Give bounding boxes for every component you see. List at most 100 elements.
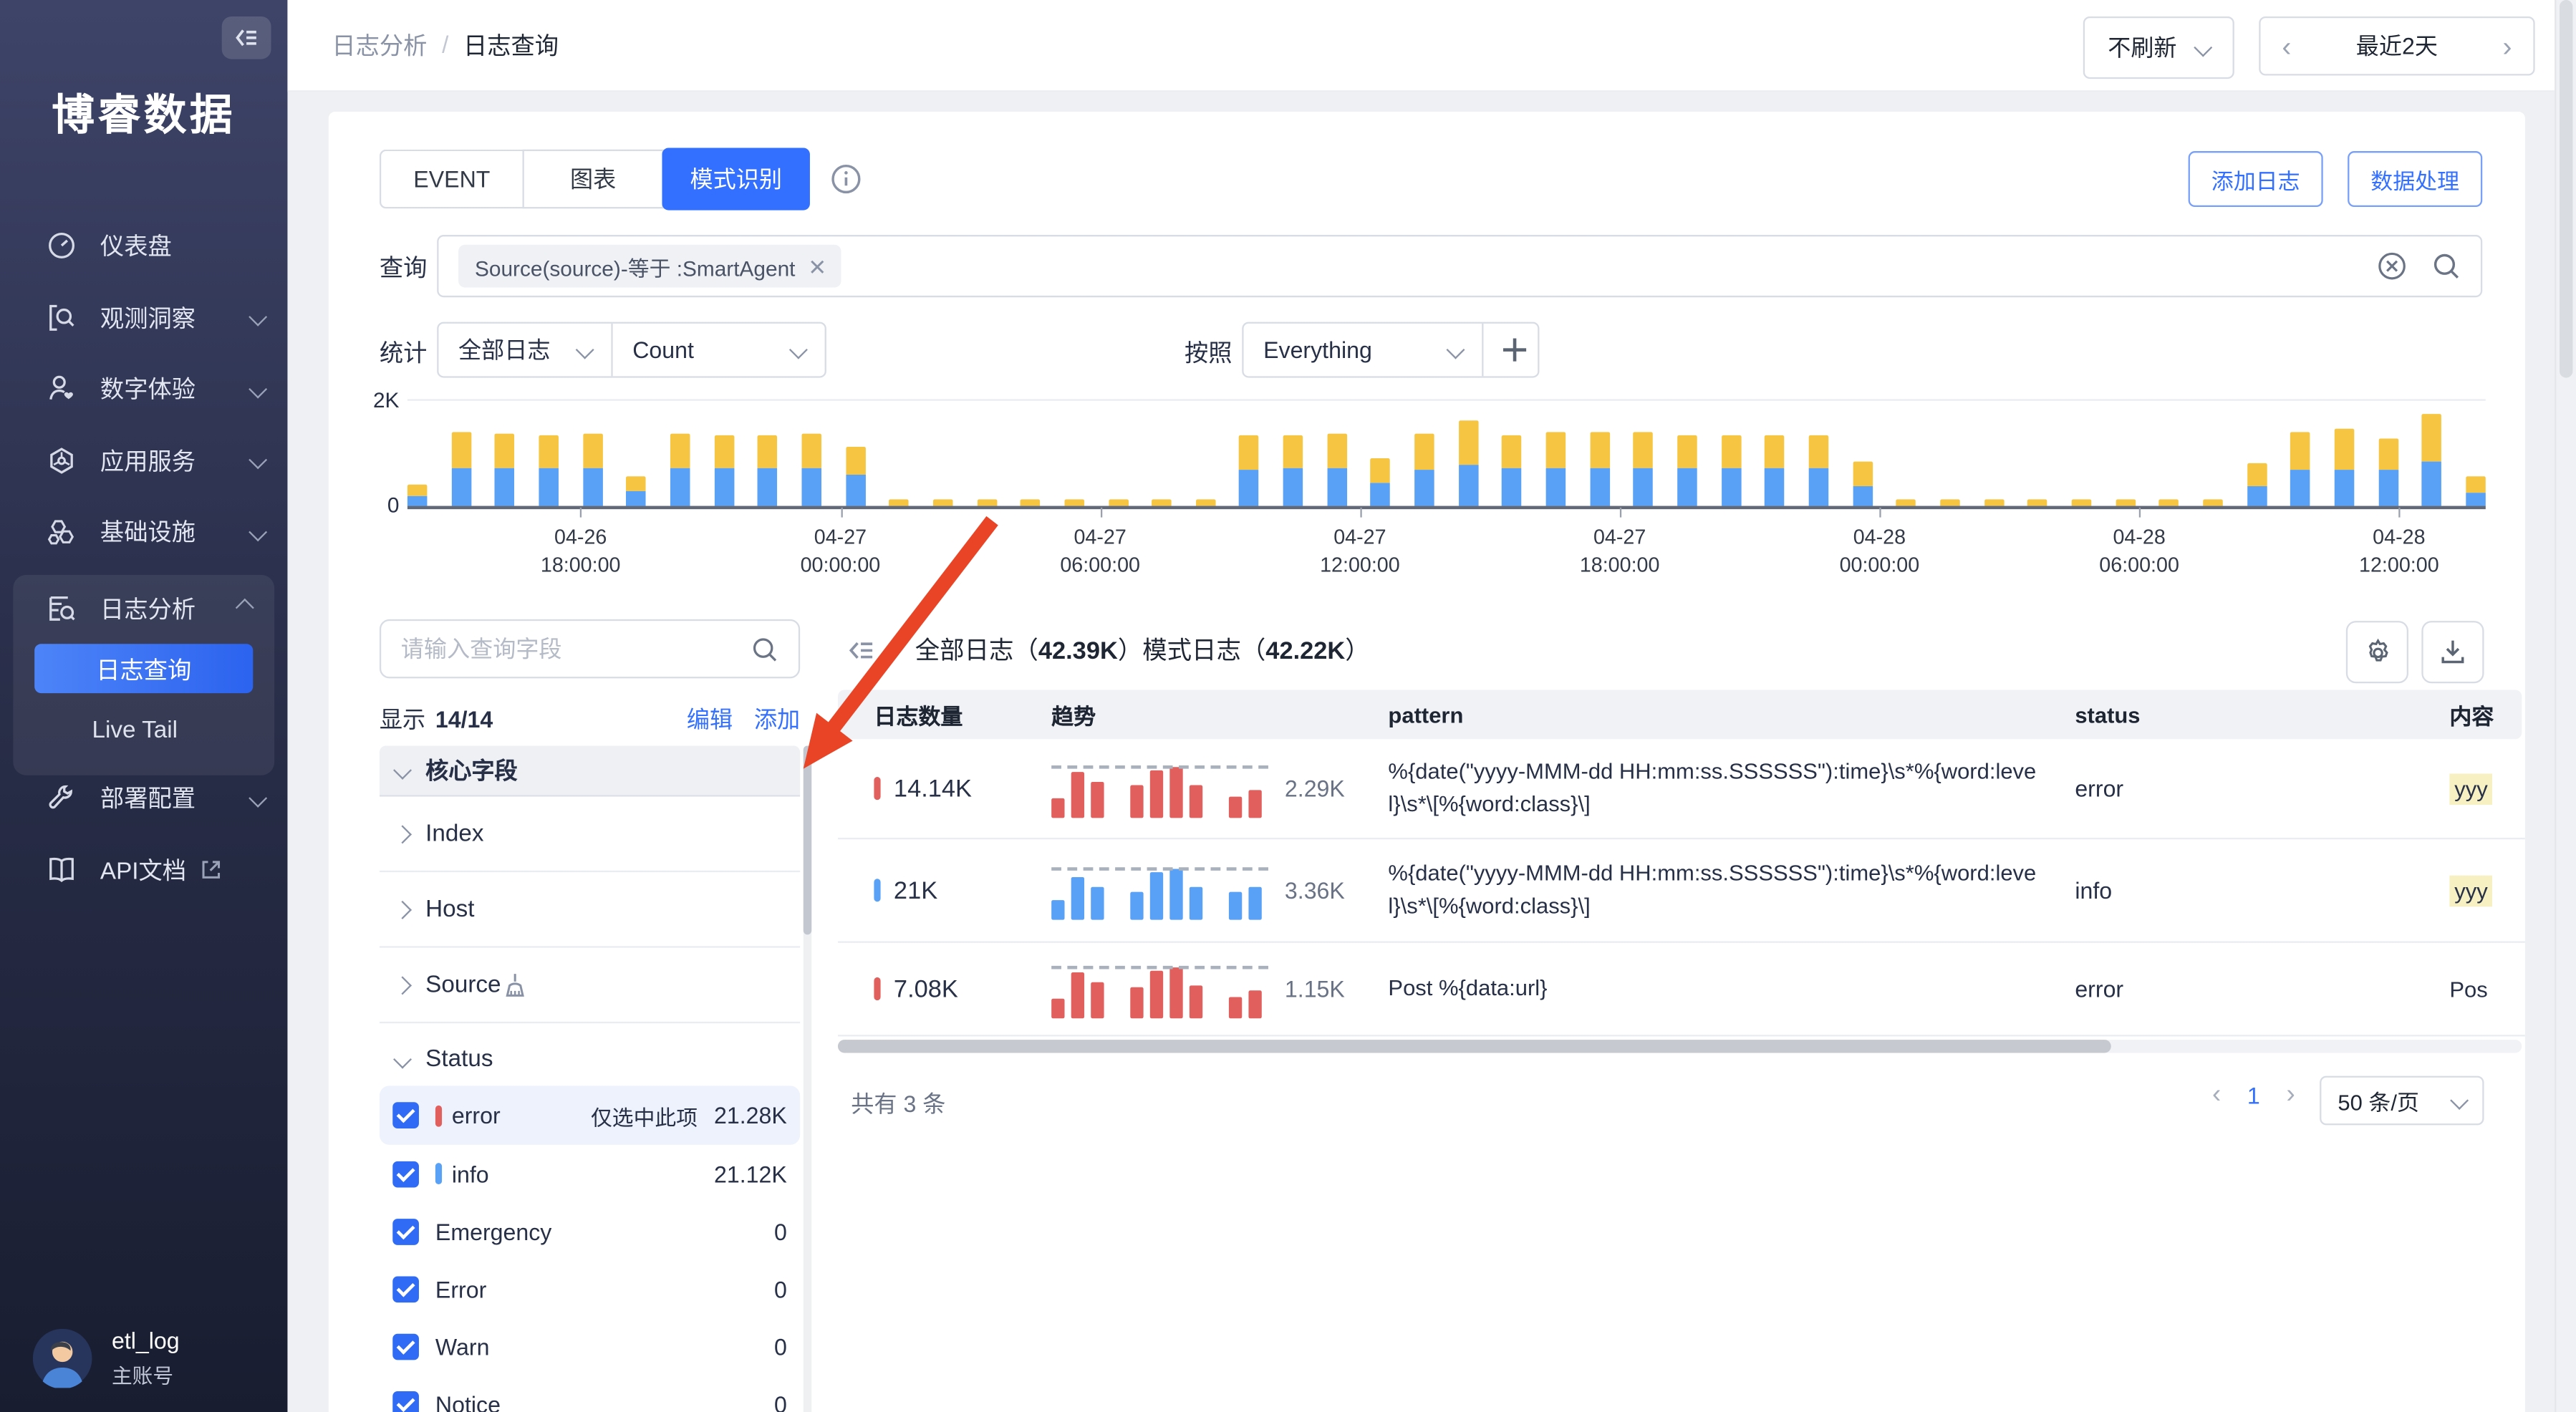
table-row[interactable]: 14.14K2.29K%{date("yyyy-MMM-dd HH:mm:ss.… bbox=[838, 739, 2525, 839]
download-button[interactable] bbox=[2421, 621, 2484, 683]
tab-pattern-recognition[interactable]: 模式识别 bbox=[662, 148, 809, 210]
refresh-select[interactable]: 不刷新 bbox=[2083, 16, 2234, 79]
checkbox-checked[interactable] bbox=[392, 1391, 419, 1412]
bar-segment-bottom bbox=[1853, 486, 1873, 506]
stats-agg-select[interactable]: Count bbox=[611, 324, 824, 376]
status-group-header[interactable]: Status bbox=[380, 1033, 800, 1085]
status-label[interactable]: Warn bbox=[435, 1333, 490, 1360]
breadcrumb-separator: / bbox=[442, 32, 448, 59]
checkbox-checked[interactable] bbox=[392, 1218, 419, 1244]
sidebar-item-应用服务[interactable]: 应用服务 bbox=[0, 425, 287, 496]
status-row-info[interactable]: info21.12K bbox=[380, 1145, 800, 1202]
sidebar-collapse-icon[interactable] bbox=[222, 16, 271, 59]
tab-chart[interactable]: 图表 bbox=[522, 150, 663, 209]
status-label[interactable]: info bbox=[452, 1161, 489, 1187]
add-field-link[interactable]: 添加 bbox=[754, 703, 800, 736]
query-filter-chip[interactable]: Source(source)-等于 :SmartAgent bbox=[458, 245, 841, 288]
status-row-Warn[interactable]: Warn0 bbox=[380, 1317, 800, 1375]
spark-bar bbox=[1071, 972, 1084, 1018]
sidebar-item-观测洞察[interactable]: 观测洞察 bbox=[0, 281, 287, 353]
col-count[interactable]: 日志数量 bbox=[838, 698, 1051, 731]
sidebar-item-label: 数字体验 bbox=[100, 372, 196, 406]
field-row-Index[interactable]: Index bbox=[380, 797, 800, 873]
bar-segment-bottom bbox=[1590, 468, 1610, 506]
sidebar-item-部署配置[interactable]: 部署配置 bbox=[0, 762, 287, 833]
col-pattern[interactable]: pattern bbox=[1388, 702, 2075, 727]
range-prev-icon[interactable]: ‹ bbox=[2282, 32, 2291, 60]
clear-query-icon[interactable] bbox=[2377, 251, 2406, 281]
status-row-error[interactable]: error仅选中此项21.28K bbox=[380, 1085, 800, 1145]
table-hscrollbar-thumb[interactable] bbox=[838, 1040, 2111, 1053]
checkbox-checked[interactable] bbox=[392, 1275, 419, 1302]
bar-segment-top bbox=[451, 431, 471, 468]
chart-bar bbox=[1940, 498, 1960, 506]
add-groupby-button[interactable] bbox=[1482, 324, 1538, 376]
chart-bar bbox=[1853, 461, 1873, 506]
add-log-button[interactable]: 添加日志 bbox=[2189, 151, 2323, 207]
table-row[interactable]: 7.08K1.15KPost %{data:url}errorPos bbox=[838, 943, 2525, 1037]
fields-scrollbar-thumb[interactable] bbox=[804, 745, 811, 934]
breadcrumb-parent[interactable]: 日志分析 bbox=[332, 28, 427, 62]
search-icon[interactable] bbox=[2431, 251, 2461, 281]
bar-segment-top bbox=[801, 434, 821, 468]
bar-segment-top bbox=[2422, 414, 2442, 461]
core-fields-group-header[interactable]: 核心字段 bbox=[380, 745, 800, 796]
field-search-input[interactable]: 请输入查询字段 bbox=[380, 619, 800, 679]
only-select-this-link[interactable]: 仅选中此项 bbox=[591, 1100, 698, 1131]
chevron-right-icon bbox=[393, 975, 412, 994]
page-prev-icon[interactable]: ‹ bbox=[2212, 1080, 2221, 1110]
spark-bar bbox=[1248, 789, 1261, 818]
sidebar-item-live-tail[interactable]: Live Tail bbox=[13, 703, 274, 759]
sidebar-item-log-query[interactable]: 日志查询 bbox=[34, 644, 253, 693]
field-row-Source[interactable]: Source bbox=[380, 948, 800, 1024]
edit-fields-link[interactable]: 编辑 bbox=[687, 703, 733, 736]
col-status[interactable]: status bbox=[2075, 702, 2449, 727]
field-row-Host[interactable]: Host bbox=[380, 872, 800, 948]
col-content[interactable]: 内容 bbox=[2449, 698, 2522, 731]
status-label[interactable]: Emergency bbox=[435, 1218, 551, 1244]
chip-close-icon[interactable] bbox=[810, 258, 825, 274]
groupby-select[interactable]: Everything bbox=[1244, 324, 1482, 376]
collapse-panel-icon[interactable] bbox=[846, 637, 895, 663]
tab-event[interactable]: EVENT bbox=[380, 150, 523, 209]
status-row-Error[interactable]: Error0 bbox=[380, 1259, 800, 1317]
table-row[interactable]: 21K3.36K%{date("yyyy-MMM-dd HH:mm:ss.SSS… bbox=[838, 839, 2525, 943]
time-range-picker[interactable]: ‹ 最近2天 › bbox=[2259, 16, 2534, 76]
stats-scope-select[interactable]: 全部日志 bbox=[438, 324, 611, 376]
page-scrollbar-thumb[interactable] bbox=[2560, 0, 2572, 378]
col-trend[interactable]: 趋势 bbox=[1051, 698, 1388, 731]
table-actions bbox=[2346, 621, 2484, 683]
checkbox-checked[interactable] bbox=[392, 1333, 419, 1360]
row-marker bbox=[874, 879, 880, 901]
checkbox-checked[interactable] bbox=[392, 1102, 419, 1128]
cell-trend: 3.36K bbox=[1051, 861, 1388, 920]
bar-segment-bottom bbox=[1809, 468, 1829, 506]
sidebar-item-仪表盘[interactable]: 仪表盘 bbox=[0, 211, 287, 282]
status-row-Notice[interactable]: Notice0 bbox=[380, 1375, 800, 1412]
page-size-select[interactable]: 50 条/页 bbox=[2320, 1076, 2484, 1126]
checkbox-checked[interactable] bbox=[392, 1161, 419, 1187]
sidebar-item-API文档[interactable]: API文档 bbox=[0, 833, 287, 905]
data-process-button[interactable]: 数据处理 bbox=[2348, 151, 2482, 207]
bar-segment-top bbox=[627, 476, 647, 491]
status-row-Emergency[interactable]: Emergency0 bbox=[380, 1202, 800, 1259]
cell-content: yyy bbox=[2449, 878, 2525, 902]
query-input[interactable]: Source(source)-等于 :SmartAgent bbox=[437, 235, 2482, 297]
sidebar-item-数字体验[interactable]: 数字体验 bbox=[0, 353, 287, 425]
status-label[interactable]: Notice bbox=[435, 1391, 501, 1412]
status-label[interactable]: error bbox=[452, 1102, 501, 1128]
cell-pattern: Post %{data:url} bbox=[1388, 972, 2075, 1005]
broom-icon[interactable] bbox=[501, 971, 529, 999]
bar-segment-top bbox=[1283, 435, 1303, 468]
settings-button[interactable] bbox=[2346, 621, 2408, 683]
page-next-icon[interactable]: › bbox=[2286, 1080, 2295, 1110]
info-icon[interactable] bbox=[831, 164, 861, 193]
sidebar-user[interactable]: etl_log 主账号 bbox=[33, 1328, 180, 1390]
sidebar-item-基础设施[interactable]: 基础设施 bbox=[0, 496, 287, 568]
sidebar-item-log-analysis[interactable]: 日志分析 bbox=[13, 575, 274, 641]
search-icon[interactable] bbox=[751, 635, 778, 663]
status-label[interactable]: Error bbox=[435, 1275, 486, 1302]
page-number[interactable]: 1 bbox=[2247, 1083, 2260, 1109]
count-value: 7.08K bbox=[894, 975, 958, 1002]
range-next-icon[interactable]: › bbox=[2502, 32, 2512, 60]
